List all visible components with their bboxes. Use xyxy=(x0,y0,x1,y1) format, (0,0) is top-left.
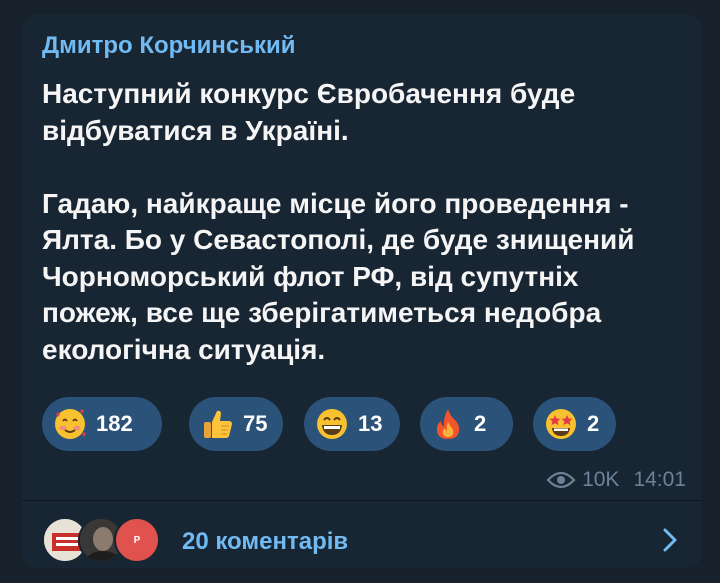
reaction-count: 2 xyxy=(474,411,487,436)
post-line: пожеж, все ще зберігатиметься недобра xyxy=(42,297,602,328)
smiling-face-with-hearts-icon xyxy=(52,406,88,442)
chevron-right-icon xyxy=(663,528,677,552)
reaction-count: 75 xyxy=(243,411,268,436)
reaction-count: 182 xyxy=(96,411,133,436)
post-line: екологічна ситуація. xyxy=(42,333,326,365)
fire-icon xyxy=(430,406,466,442)
post-text: Наступний конкурс Євробачення буде відбу… xyxy=(42,76,692,368)
post-time: 14:01 xyxy=(633,468,686,491)
post-line: Ялта. Бо у Севастополі, де буде знищений xyxy=(42,224,635,255)
thumbs-up-icon xyxy=(199,406,235,442)
post-author[interactable]: Дмитро Корчинський xyxy=(42,32,296,60)
reaction-count: 13 xyxy=(358,411,383,436)
comments-button[interactable]: P 20 коментарів xyxy=(22,501,702,568)
reaction-fire[interactable]: 2 xyxy=(420,397,513,451)
reaction-thumbs-up[interactable]: 75 xyxy=(189,397,283,451)
star-struck-face-icon xyxy=(543,406,579,442)
avatar: P xyxy=(114,517,160,563)
commenter-avatars: P xyxy=(42,517,162,563)
post-line: Наступний конкурс Євробачення буде xyxy=(42,78,576,109)
reaction-star-struck[interactable]: 2 xyxy=(533,397,616,451)
eye-icon xyxy=(546,471,576,489)
post-line: Гадаю, найкраще місце його проведення - xyxy=(42,187,629,219)
post-line: відбуватися в Україні. xyxy=(42,114,349,146)
avatar-letter: P xyxy=(133,534,141,546)
channel-post-bubble: Дмитро Корчинський Наступний конкурс Євр… xyxy=(22,14,702,568)
grinning-face-icon xyxy=(314,406,350,442)
post-meta: 10K 14:01 xyxy=(546,468,686,492)
reaction-count: 2 xyxy=(587,411,600,436)
view-count: 10K xyxy=(582,468,620,491)
post-line: Чорноморський флот РФ, від супутніх xyxy=(42,260,579,292)
reaction-grinning[interactable]: 13 xyxy=(304,397,400,451)
reaction-smiling-hearts[interactable]: 182 xyxy=(42,397,162,451)
comments-count: 20 коментарів xyxy=(182,528,349,555)
